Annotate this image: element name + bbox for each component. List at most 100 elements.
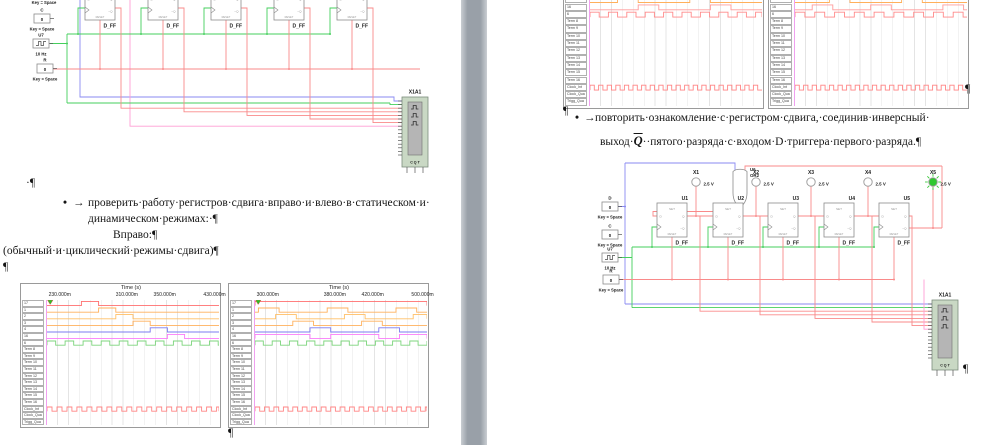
probe-voltage-value: 2.5 V <box>876 182 886 187</box>
paragraph-line[interactable]: проверить·работу·регистров·сдвига·вправо… <box>88 197 430 209</box>
analyzer-cqt-labels: C Q T <box>940 364 950 368</box>
channel-label: Term 13 <box>230 379 252 386</box>
dff-component: SETDQ~QRESETU1D_FF <box>657 196 688 247</box>
channel-label: 4 <box>230 326 252 333</box>
control-caption: Key = Space <box>33 77 58 82</box>
waveform-panel-shift-right-1[interactable]: Time (s)230.000m310.000m350.000m430.000m… <box>20 283 221 428</box>
voltage-probe: X22.5 V <box>752 170 774 187</box>
dff-type-label: D_FF <box>732 241 745 247</box>
waveform-traces <box>47 300 219 425</box>
probe-glow-ray <box>937 186 939 188</box>
key-switch-component[interactable]: C0Key = Space <box>30 8 55 32</box>
paragraph-line[interactable]: выход·Q··пятого·разряда·с·входом·D·тригг… <box>600 134 921 149</box>
key-switch-component[interactable]: R0Key = Space <box>33 58 58 82</box>
paragraph-line[interactable]: Вправо:¶ <box>113 229 157 241</box>
dff-type-label: D_FF <box>167 24 180 30</box>
waveform-traces <box>255 300 427 425</box>
probe-glow-ray <box>927 176 929 178</box>
document-canvas: { "colors": { "divider": "#99a0a8", "wir… <box>0 0 1000 445</box>
key-switch-component[interactable]: C0Key = Space <box>598 224 623 248</box>
dff-nq-pin-label: ~Q <box>791 227 796 231</box>
pilcrow-mark: ¶ <box>963 363 968 375</box>
probe-glow-ray <box>937 176 939 178</box>
schematic-shift-register-right[interactable]: U6 OR2 D0Key = Space C0Key = Space U710 … <box>487 0 1000 445</box>
schematic-shift-register-left[interactable]: SETDQ~QRESETD_FFSETDQ~QRESETD_FFSETDQ~QR… <box>0 0 461 185</box>
pilcrow-mark: ¶ <box>3 261 8 273</box>
dff-reset-pin-label: RESET <box>724 232 733 236</box>
dff-type-label: D_FF <box>843 241 856 247</box>
control-ref-label: U7 <box>38 33 44 38</box>
waveform-trace-17 <box>255 301 427 305</box>
probe-lamp-icon <box>752 178 760 186</box>
channel-label: 4 <box>22 326 44 333</box>
waveform-trace-3 <box>255 321 427 325</box>
probe-voltage-value: 2.5 V <box>941 182 951 187</box>
channel-label: 1 <box>230 307 252 314</box>
analyzer-screen <box>408 102 422 155</box>
clock-source-component[interactable]: U710 Hz <box>33 33 53 57</box>
channel-label: Term 8 <box>22 346 44 353</box>
probe-lamp-icon <box>929 178 937 186</box>
probe-lamp-icon <box>807 178 815 186</box>
key-space-label-top: Key = Space <box>32 0 57 5</box>
pilcrow-mark: ¶ <box>228 427 233 439</box>
clock-source-component[interactable]: U710 Hz <box>602 247 622 271</box>
dff-set-pin-label: SET <box>780 207 786 211</box>
dff-nq-pin-label: ~Q <box>360 10 365 14</box>
dff-component: SETDQ~QRESETD_FF <box>148 0 179 30</box>
dff-ref-label: U4 <box>849 196 856 202</box>
probe-ref-label: X4 <box>865 170 871 176</box>
time-tick-label: 380.000m <box>324 292 346 298</box>
waveform-trace-16 <box>47 334 219 338</box>
control-ref-label: U7 <box>607 247 613 252</box>
time-tick-label: 420.000m <box>362 292 384 298</box>
bullet-marker: • <box>575 112 579 124</box>
channel-label: 3 <box>230 320 252 327</box>
time-tick-label: 500.000m <box>411 292 433 298</box>
document-page-right[interactable]: 171234166Term 8Term 9Term 10Term 11Term … <box>487 0 1000 445</box>
paragraph-line[interactable]: повторить·ознакомление·с·регистром·сдвиг… <box>595 112 930 124</box>
dff-nq-pin-label: ~Q <box>736 227 741 231</box>
channel-label: Term 12 <box>230 373 252 380</box>
voltage-probe: X32.5 V <box>807 170 829 187</box>
key-switch-component[interactable]: D0Key = Space <box>598 196 623 220</box>
channel-label: Term 16 <box>22 399 44 406</box>
dff-type-label: D_FF <box>356 24 369 30</box>
logic-analyzer-component[interactable]: X1A1C Q T <box>398 90 428 174</box>
channel-label: 2 <box>22 313 44 320</box>
dff-reset-pin-label: RESET <box>348 15 357 19</box>
paragraph-line[interactable]: динамическом·режимах:·¶ <box>88 213 218 225</box>
waveform-plot-area <box>254 300 427 425</box>
paragraph-line[interactable]: (обычный·и·циклический·режимы·сдвига)¶ <box>3 245 219 257</box>
dff-reset-pin-label: RESET <box>668 232 677 236</box>
dff-type-label: D_FF <box>898 241 911 247</box>
dff-component: SETDQ~QRESETD_FF <box>274 0 305 30</box>
dff-nq-pin-label: ~Q <box>234 10 239 14</box>
key-switch-component[interactable]: R0Key = Space <box>599 269 624 293</box>
probe-ref-label: X2 <box>753 170 759 176</box>
channel-label: 6 <box>230 340 252 347</box>
pilcrow-mark: ¶ <box>965 83 970 95</box>
waveform-panel-shift-right-2[interactable]: Time (s)300.000m380.000m420.000m500.000m… <box>228 283 429 428</box>
probe-ref-label: X5 <box>930 170 936 176</box>
dff-type-label: D_FF <box>293 24 306 30</box>
document-page-left[interactable]: SETDQ~QRESETD_FFSETDQ~QRESETD_FFSETDQ~QR… <box>0 0 461 445</box>
dff-nq-pin-label: ~Q <box>847 227 852 231</box>
dff-ref-label: U2 <box>738 196 745 202</box>
channel-label: Term 11 <box>230 366 252 373</box>
channel-label: 1 <box>22 307 44 314</box>
waveform-trace-clock_int <box>255 407 427 411</box>
analyzer-cqt-labels: C Q T <box>410 161 420 165</box>
logic-analyzer-component[interactable]: X1A1C Q T <box>928 293 958 377</box>
waveform-trace-1 <box>255 308 427 312</box>
channel-label: Term 14 <box>230 386 252 393</box>
channel-label: Trigg_Qua <box>230 419 252 426</box>
tab-arrow-mark: → <box>584 112 596 124</box>
voltage-probe-lit: X5 2.5 V <box>925 170 951 190</box>
channel-label: 6 <box>22 340 44 347</box>
channel-label: Clock_Int <box>230 406 252 413</box>
trigger-marker-icon <box>256 300 262 305</box>
time-tick-label: 300.000m <box>257 292 279 298</box>
time-tick-label: 230.000m <box>49 292 71 298</box>
line-part: ··пятого·разряда·с·входом·D·триггера·пер… <box>643 136 921 148</box>
